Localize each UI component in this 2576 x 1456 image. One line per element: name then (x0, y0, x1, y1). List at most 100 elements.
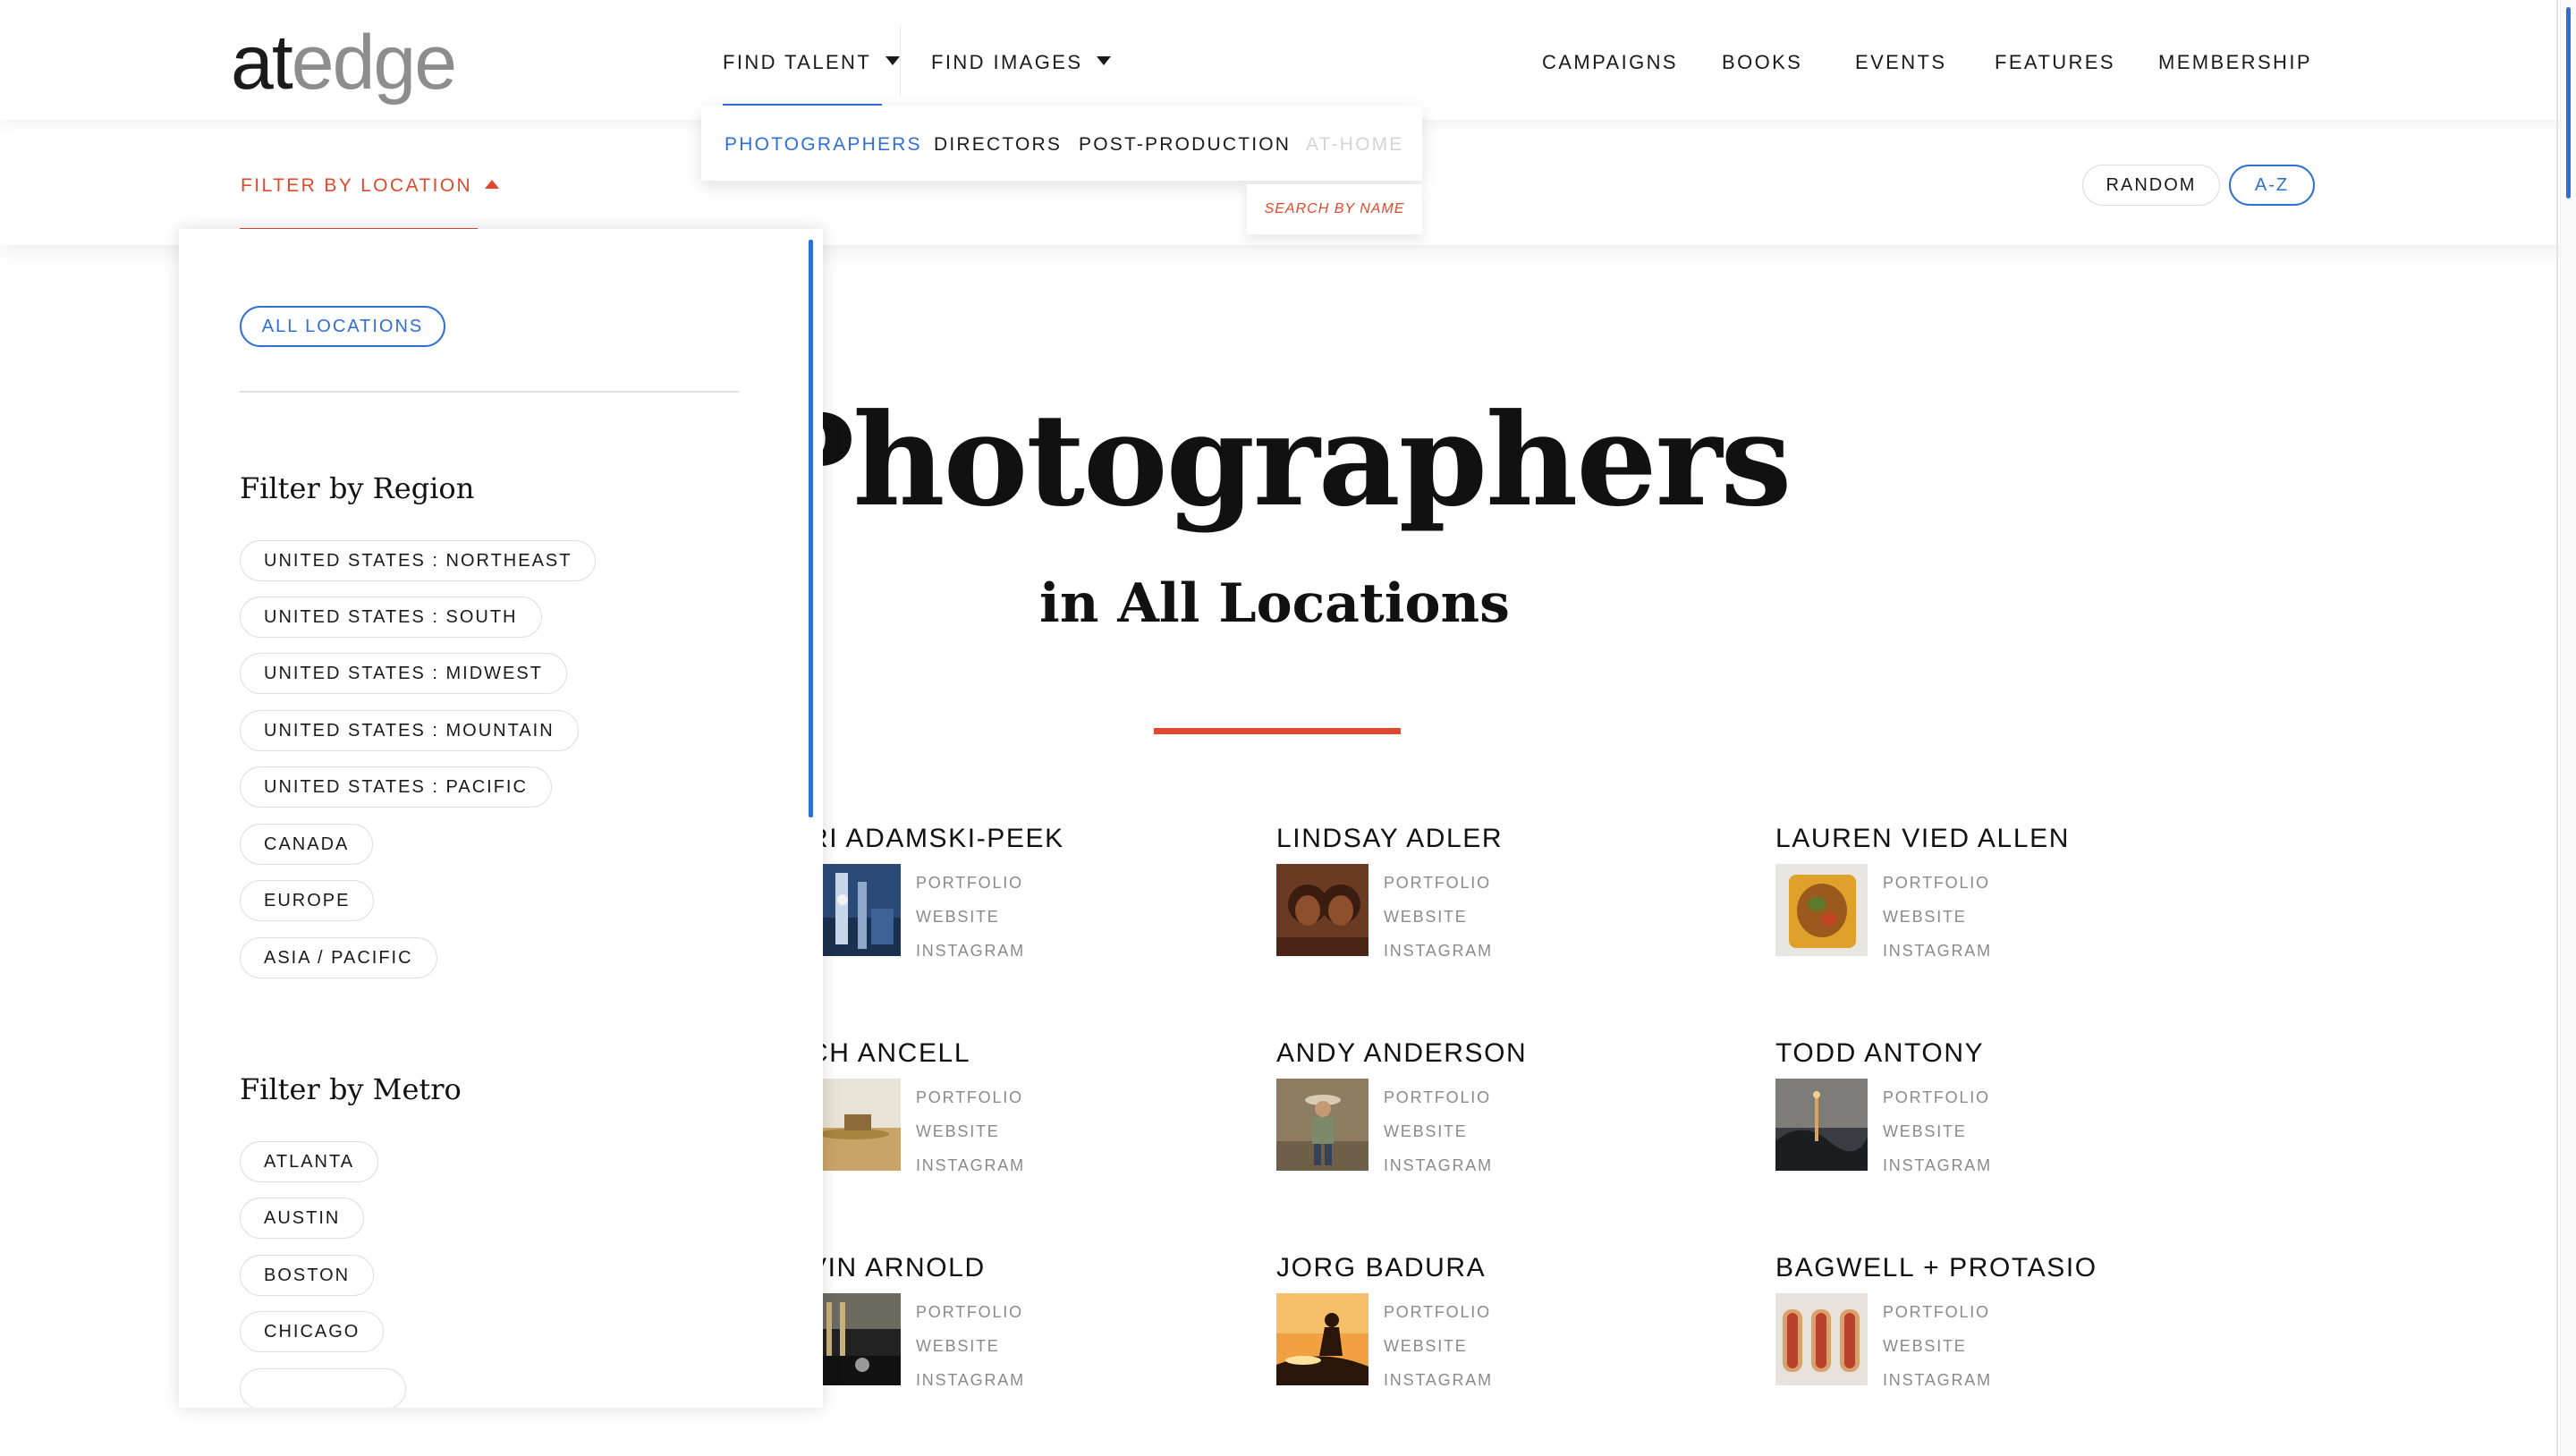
instagram-link[interactable]: INSTAGRAM (1384, 1363, 1493, 1397)
photographer-thumbnail[interactable] (1276, 864, 1368, 956)
sort-random-button[interactable]: RANDOM (2082, 165, 2220, 206)
atedge-logo[interactable]: atedge (231, 18, 457, 107)
logo-edge: edge (291, 20, 457, 106)
photographer-links: PORTFOLIO WEBSITE INSTAGRAM (1384, 866, 1493, 968)
region-pill[interactable]: CANADA (240, 824, 374, 865)
logo-at: at (231, 20, 293, 106)
photographer-links: PORTFOLIO WEBSITE INSTAGRAM (1883, 1080, 1992, 1182)
instagram-link[interactable]: INSTAGRAM (1883, 1363, 1992, 1397)
title-divider (1154, 728, 1401, 734)
metro-pill[interactable]: AUSTIN (240, 1198, 365, 1239)
photographer-card: LINDSAY ADLER PORTFOLIO WEBSITE INSTAGRAM (1276, 823, 1741, 1002)
website-link[interactable]: WEBSITE (916, 1114, 1025, 1148)
photographer-name[interactable]: LAUREN VIED ALLEN (1775, 823, 2070, 855)
website-link[interactable]: WEBSITE (1883, 1329, 1992, 1363)
portfolio-link[interactable]: PORTFOLIO (916, 1080, 1025, 1114)
filter-by-location-toggle[interactable]: FILTER BY LOCATION (241, 174, 500, 199)
page-scroll-thumb[interactable] (2566, 7, 2571, 199)
portfolio-link[interactable]: PORTFOLIO (916, 1295, 1025, 1329)
search-by-name-link[interactable]: SEARCH BY NAME (1247, 184, 1422, 234)
photographer-name[interactable]: BAGWELL + PROTASIO (1775, 1252, 2097, 1284)
photographer-card: TODD ANTONY PORTFOLIO WEBSITE INSTAGRAM (1775, 1037, 2241, 1216)
all-locations-button[interactable]: ALL LOCATIONS (240, 306, 445, 347)
portfolio-link[interactable]: PORTFOLIO (1384, 1080, 1493, 1114)
website-link[interactable]: WEBSITE (1883, 900, 1992, 934)
region-heading: Filter by Region (240, 471, 475, 505)
nav-find-talent-label: FIND TALENT (723, 51, 872, 73)
window-edge (2556, 0, 2558, 1456)
instagram-link[interactable]: INSTAGRAM (1384, 1148, 1493, 1182)
menu-item-at-home[interactable]: AT-HOME (1306, 132, 1404, 157)
portfolio-link[interactable]: PORTFOLIO (1384, 1295, 1493, 1329)
metro-heading: Filter by Metro (240, 1072, 462, 1106)
photographer-name[interactable]: TODD ANTONY (1775, 1037, 1984, 1070)
nav-campaigns[interactable]: CAMPAIGNS (1542, 49, 1678, 76)
photographer-name[interactable]: RI ADAMSKI-PEEK (809, 823, 1064, 855)
nav-find-talent[interactable]: FIND TALENT (723, 49, 901, 76)
photographer-links: PORTFOLIO WEBSITE INSTAGRAM (916, 1080, 1025, 1182)
instagram-link[interactable]: INSTAGRAM (1883, 934, 1992, 968)
photographer-thumbnail[interactable] (1276, 1079, 1368, 1171)
region-pill[interactable]: UNITED STATES : MOUNTAIN (240, 710, 579, 751)
sort-az-button[interactable]: A-Z (2229, 165, 2315, 206)
website-link[interactable]: WEBSITE (1384, 1114, 1493, 1148)
panel-scrollbar[interactable] (809, 240, 813, 817)
portfolio-link[interactable]: PORTFOLIO (1883, 866, 1992, 900)
panel-divider (240, 391, 739, 393)
menu-item-directors[interactable]: DIRECTORS (934, 132, 1062, 157)
photographer-name[interactable]: LINDSAY ADLER (1276, 823, 1503, 855)
region-pill[interactable]: UNITED STATES : PACIFIC (240, 766, 552, 808)
nav-books[interactable]: BOOKS (1722, 49, 1802, 76)
website-link[interactable]: WEBSITE (1883, 1114, 1992, 1148)
photographer-links: PORTFOLIO WEBSITE INSTAGRAM (916, 866, 1025, 968)
location-filter-panel: ALL LOCATIONS Filter by Region UNITED ST… (179, 229, 823, 1408)
portfolio-link[interactable]: PORTFOLIO (1883, 1080, 1992, 1114)
website-link[interactable]: WEBSITE (916, 1329, 1025, 1363)
website-link[interactable]: WEBSITE (916, 900, 1025, 934)
website-link[interactable]: WEBSITE (1384, 1329, 1493, 1363)
metro-pill-partial[interactable] (240, 1368, 406, 1408)
metro-pill[interactable]: BOSTON (240, 1255, 375, 1296)
page-scrollbar[interactable] (2560, 0, 2576, 1456)
instagram-link[interactable]: INSTAGRAM (916, 1148, 1025, 1182)
instagram-link[interactable]: INSTAGRAM (916, 934, 1025, 968)
photographer-name[interactable]: VIN ARNOLD (809, 1252, 986, 1284)
photographer-name[interactable]: ANDY ANDERSON (1276, 1037, 1527, 1070)
photographer-thumbnail[interactable] (1775, 864, 1868, 956)
metro-pill[interactable]: CHICAGO (240, 1311, 385, 1352)
photographer-links: PORTFOLIO WEBSITE INSTAGRAM (1883, 866, 1992, 968)
region-pill[interactable]: UNITED STATES : NORTHEAST (240, 540, 597, 581)
nav-find-images[interactable]: FIND IMAGES (931, 49, 1112, 76)
portfolio-link[interactable]: PORTFOLIO (1883, 1295, 1992, 1329)
photographer-links: PORTFOLIO WEBSITE INSTAGRAM (1384, 1295, 1493, 1397)
instagram-link[interactable]: INSTAGRAM (1384, 934, 1493, 968)
photographer-thumbnail[interactable] (1775, 1293, 1868, 1385)
region-pill[interactable]: EUROPE (240, 880, 375, 921)
region-pill[interactable]: UNITED STATES : MIDWEST (240, 653, 567, 694)
filter-by-location-label: FILTER BY LOCATION (241, 175, 473, 196)
photographer-card: VIN ARNOLD PORTFOLIO WEBSITE INSTAGRAM (809, 1252, 1274, 1431)
nav-membership[interactable]: MEMBERSHIP (2158, 49, 2312, 76)
site-header: atedge FIND TALENT FIND IMAGES CAMPAIGNS… (0, 0, 2576, 120)
portfolio-link[interactable]: PORTFOLIO (1384, 866, 1493, 900)
photographer-links: PORTFOLIO WEBSITE INSTAGRAM (916, 1295, 1025, 1397)
instagram-link[interactable]: INSTAGRAM (916, 1363, 1025, 1397)
menu-item-photographers[interactable]: PHOTOGRAPHERS (724, 132, 922, 157)
find-talent-dropdown: PHOTOGRAPHERS DIRECTORS POST-PRODUCTION … (701, 106, 1422, 181)
metro-pill[interactable]: ATLANTA (240, 1141, 379, 1182)
portfolio-link[interactable]: PORTFOLIO (916, 866, 1025, 900)
region-pill[interactable]: ASIA / PACIFIC (240, 937, 437, 978)
nav-events[interactable]: EVENTS (1855, 49, 1946, 76)
nav-features[interactable]: FEATURES (1995, 49, 2115, 76)
photographer-thumbnail[interactable] (1775, 1079, 1868, 1171)
region-pill[interactable]: UNITED STATES : SOUTH (240, 597, 542, 638)
photographer-name[interactable]: CH ANCELL (809, 1037, 970, 1070)
instagram-link[interactable]: INSTAGRAM (1883, 1148, 1992, 1182)
menu-item-post-production[interactable]: POST-PRODUCTION (1079, 132, 1291, 157)
photographer-card: CH ANCELL PORTFOLIO WEBSITE INSTAGRAM (809, 1037, 1274, 1216)
caret-down-icon (1097, 56, 1112, 65)
website-link[interactable]: WEBSITE (1384, 900, 1493, 934)
caret-down-icon (886, 56, 901, 65)
photographer-thumbnail[interactable] (1276, 1293, 1368, 1385)
photographer-name[interactable]: JORG BADURA (1276, 1252, 1486, 1284)
